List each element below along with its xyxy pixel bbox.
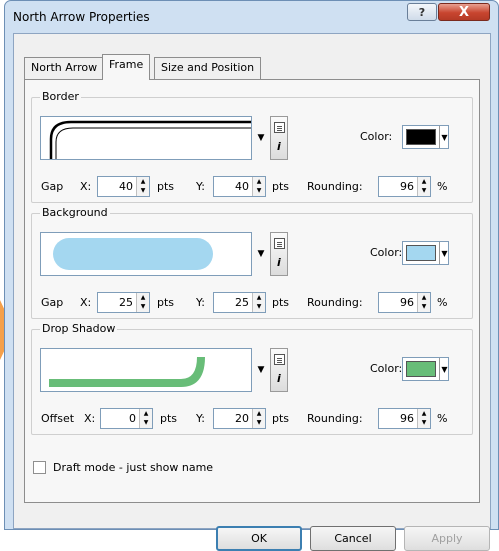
border-color-picker[interactable]: ▼ [402,125,449,149]
drop-shadow-color-label: Color: [370,362,403,375]
border-rounding-value: 96 [400,180,414,193]
title-bar[interactable]: North Arrow Properties ? X [5,1,498,33]
drop-shadow-rounding-value: 96 [400,412,414,425]
border-gap-label: Gap [41,180,64,193]
drop-shadow-style-combo[interactable] [40,348,252,392]
cancel-button[interactable]: Cancel [310,526,396,551]
chevron-down-icon: ▼ [439,242,449,264]
drop-shadow-rounding-spinner[interactable]: 96 ▲ ▼ [378,408,431,429]
border-rounding-label: Rounding: [307,180,363,193]
drop-shadow-style-preview [49,357,205,387]
ok-button[interactable]: OK [216,526,302,551]
drop-shadow-x-unit: pts [160,412,178,425]
chevron-down-icon: ▼ [439,126,449,148]
background-color-chip [406,245,436,261]
border-x-unit: pts [157,180,175,193]
background-color-label: Color: [370,246,403,259]
spinner-arrows-icon[interactable]: ▲ ▼ [252,293,265,312]
info-icon: i [277,372,281,385]
drop-shadow-group: Drop Shadow ▼ i Color: ▼ Offset X: 0 ▲ ▼ p… [31,323,473,435]
properties-icon [274,354,285,365]
border-group-title: Border [40,90,81,103]
border-style-dropdown-arrow[interactable]: ▼ [254,116,268,160]
drop-shadow-color-picker[interactable]: ▼ [402,357,449,381]
spinner-arrows-icon[interactable]: ▲ ▼ [139,409,152,428]
window-title: North Arrow Properties [13,10,150,24]
help-button[interactable]: ? [407,3,437,21]
background-y-label: Y: [196,296,205,309]
drop-shadow-symbol-properties-button[interactable]: i [270,348,288,392]
border-rounding-unit: % [437,180,448,193]
border-symbol-properties-button[interactable]: i [270,116,288,160]
background-color-picker[interactable]: ▼ [402,241,449,265]
border-y-unit: pts [272,180,290,193]
background-rounding-label: Rounding: [307,296,363,309]
info-icon: i [277,140,281,153]
background-group-title: Background [40,206,110,219]
draft-mode-checkbox[interactable] [33,461,46,474]
drop-shadow-color-chip [406,361,436,377]
background-gap-label: Gap [41,296,64,309]
info-icon: i [277,256,281,269]
drop-shadow-offset-y-value: 20 [235,412,249,425]
chevron-down-icon: ▼ [439,358,449,380]
frame-tab-panel: Border ▼ i Color: ▼ Gap X: 40 ▲ ▼ pts Y: 4… [24,79,480,503]
background-y-unit: pts [272,296,290,309]
border-gap-x-value: 40 [119,180,133,193]
spinner-arrows-icon[interactable]: ▲ ▼ [136,293,149,312]
background-x-label: X: [80,296,92,309]
drop-shadow-offset-y-spinner[interactable]: 20 ▲ ▼ [213,408,266,429]
spinner-arrows-icon[interactable]: ▲ ▼ [417,409,430,428]
dialog-client: North Arrow Frame Size and Position Bord… [13,33,491,551]
tab-north-arrow[interactable]: North Arrow [24,57,105,79]
background-group: Background ▼ i Color: ▼ Gap X: 25 ▲ ▼ pts … [31,207,473,319]
background-gap-y-spinner[interactable]: 25 ▲ ▼ [213,292,266,313]
drop-shadow-group-title: Drop Shadow [40,322,118,335]
border-color-label: Color: [360,130,393,143]
background-x-unit: pts [157,296,175,309]
background-symbol-properties-button[interactable]: i [270,232,288,276]
background-style-combo[interactable] [40,232,252,276]
drop-shadow-offset-label: Offset [41,412,75,425]
border-group: Border ▼ i Color: ▼ Gap X: 40 ▲ ▼ pts Y: 4… [31,91,473,203]
drop-shadow-y-label: Y: [196,412,205,425]
drop-shadow-rounding-unit: % [437,412,448,425]
drop-shadow-x-label: X: [84,412,96,425]
spinner-arrows-icon[interactable]: ▲ ▼ [136,177,149,196]
background-gap-x-spinner[interactable]: 25 ▲ ▼ [97,292,150,313]
background-gap-x-value: 25 [119,296,133,309]
border-rounding-spinner[interactable]: 96 ▲ ▼ [378,176,431,197]
drop-shadow-style-dropdown-arrow[interactable]: ▼ [254,348,268,392]
tab-frame[interactable]: Frame [102,54,151,80]
dialog-window: North Arrow Properties ? X North Arrow F… [4,0,499,551]
draft-mode-label[interactable]: Draft mode - just show name [53,462,213,474]
border-style-preview [49,120,251,159]
drop-shadow-offset-x-value: 0 [129,412,136,425]
border-style-combo[interactable] [40,116,252,160]
properties-icon [274,238,285,249]
drop-shadow-offset-x-spinner[interactable]: 0 ▲ ▼ [100,408,153,429]
border-x-label: X: [80,180,92,193]
spinner-arrows-icon[interactable]: ▲ ▼ [252,177,265,196]
background-rounding-unit: % [437,296,448,309]
background-rounding-value: 96 [400,296,414,309]
spinner-arrows-icon[interactable]: ▲ ▼ [417,177,430,196]
drop-shadow-y-unit: pts [272,412,290,425]
spinner-arrows-icon[interactable]: ▲ ▼ [252,409,265,428]
apply-button[interactable]: Apply [404,526,490,551]
properties-icon [274,122,285,133]
drop-shadow-rounding-label: Rounding: [307,412,363,425]
border-gap-x-spinner[interactable]: 40 ▲ ▼ [97,176,150,197]
spinner-arrows-icon[interactable]: ▲ ▼ [417,293,430,312]
background-rounding-spinner[interactable]: 96 ▲ ▼ [378,292,431,313]
border-gap-y-spinner[interactable]: 40 ▲ ▼ [213,176,266,197]
border-y-label: Y: [196,180,205,193]
background-gap-y-value: 25 [235,296,249,309]
background-style-preview [53,238,213,270]
border-color-chip [406,129,436,145]
close-button[interactable]: X [438,3,490,21]
background-style-dropdown-arrow[interactable]: ▼ [254,232,268,276]
border-gap-y-value: 40 [235,180,249,193]
tab-size-and-position[interactable]: Size and Position [154,57,262,79]
